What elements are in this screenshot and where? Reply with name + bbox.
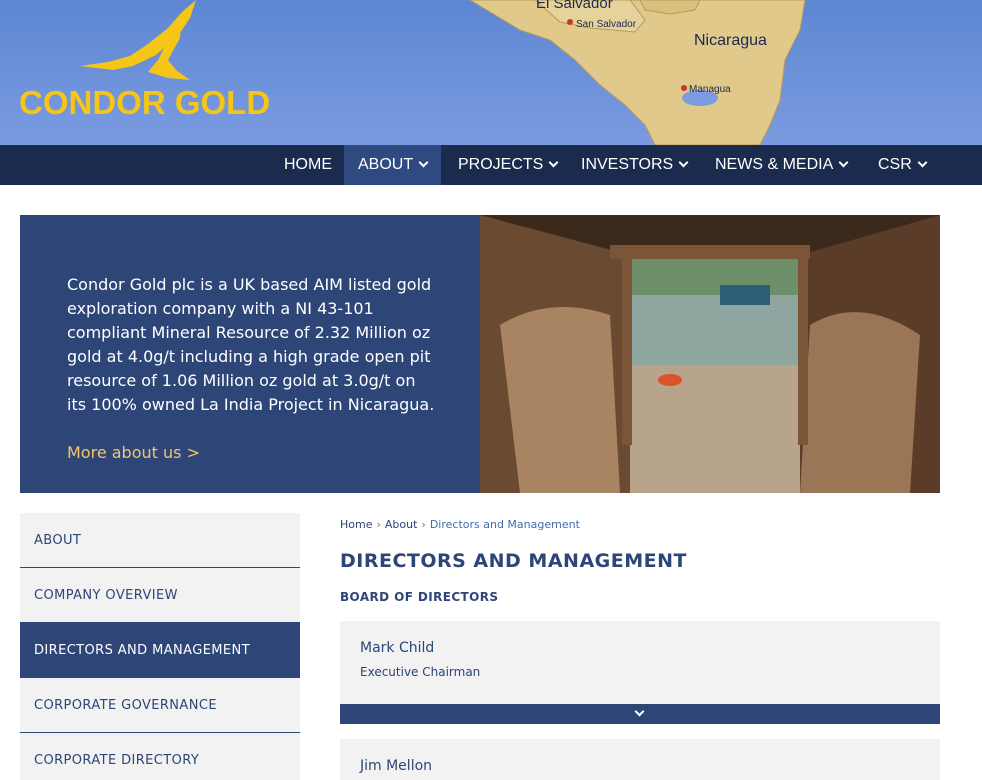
nav-projects[interactable]: PROJECTS (444, 145, 571, 185)
nav-projects-label: PROJECTS (458, 156, 544, 173)
breadcrumb-separator: › (421, 518, 426, 531)
map-label-san-salvador: San Salvador (576, 19, 637, 30)
sidebar: ABOUT COMPANY OVERVIEW DIRECTORS AND MAN… (20, 513, 300, 780)
more-about-us-link[interactable]: More about us > (67, 441, 200, 465)
brand-name[interactable]: CONDOR GOLD (19, 84, 270, 122)
sidebar-item-corporate-directory[interactable]: CORPORATE DIRECTORY (20, 733, 300, 780)
hero-banner: Condor Gold plc is a UK based AIM listed… (20, 215, 940, 493)
director-card[interactable]: Jim Mellon (340, 739, 940, 780)
breadcrumb-about[interactable]: About (385, 518, 418, 531)
nav-home-label: HOME (284, 156, 332, 173)
map-graphic: El Salvador San Salvador Nicaragua Manag… (469, 0, 806, 145)
nav-news-media-label: NEWS & MEDIA (715, 156, 834, 173)
nav-investors[interactable]: INVESTORS (567, 145, 701, 185)
sidebar-item-directors-and-management[interactable]: DIRECTORS AND MANAGEMENT (20, 623, 300, 678)
chevron-down-icon (838, 157, 849, 168)
nav-investors-label: INVESTORS (581, 156, 674, 173)
main-nav: HOME ABOUT PROJECTS INVESTORS NEWS & MED… (0, 145, 982, 185)
hero-description: Condor Gold plc is a UK based AIM listed… (67, 275, 435, 414)
director-name: Jim Mellon (360, 758, 433, 774)
nav-home[interactable]: HOME (270, 145, 346, 185)
sidebar-item-company-overview[interactable]: COMPANY OVERVIEW (20, 568, 300, 623)
chevron-down-icon (634, 706, 645, 717)
site-header: El Salvador San Salvador Nicaragua Manag… (0, 0, 982, 145)
chevron-down-icon (418, 157, 429, 168)
page-title: DIRECTORS AND MANAGEMENT (340, 550, 687, 572)
mine-tunnel-photo (480, 215, 940, 493)
hero-text-panel: Condor Gold plc is a UK based AIM listed… (20, 215, 480, 493)
expand-bio-button[interactable] (340, 704, 940, 724)
director-name: Mark Child (360, 640, 435, 656)
map-label-nicaragua: Nicaragua (694, 32, 767, 49)
director-role: Executive Chairman (360, 665, 481, 679)
section-heading: BOARD OF DIRECTORS (340, 590, 499, 604)
chevron-down-icon (548, 157, 559, 168)
director-card[interactable]: Mark Child Executive Chairman (340, 621, 940, 704)
chevron-down-icon (678, 157, 689, 168)
nav-news-media[interactable]: NEWS & MEDIA (701, 145, 861, 185)
breadcrumb-current: Directors and Management (429, 518, 580, 531)
nav-about-label: ABOUT (358, 156, 414, 173)
breadcrumb-separator: › (376, 518, 381, 531)
nav-csr-label: CSR (878, 156, 912, 173)
nav-about[interactable]: ABOUT (344, 145, 442, 185)
chevron-down-icon (917, 157, 928, 168)
nav-csr[interactable]: CSR (864, 145, 940, 185)
breadcrumb-home[interactable]: Home (340, 518, 372, 531)
sidebar-item-about[interactable]: ABOUT (20, 513, 300, 568)
breadcrumb: Home › About › Directors and Management (340, 518, 580, 531)
sidebar-item-corporate-governance[interactable]: CORPORATE GOVERNANCE (20, 678, 300, 733)
map-label-managua: Managua (689, 84, 731, 95)
map-label-el-salvador: El Salvador (536, 0, 613, 12)
